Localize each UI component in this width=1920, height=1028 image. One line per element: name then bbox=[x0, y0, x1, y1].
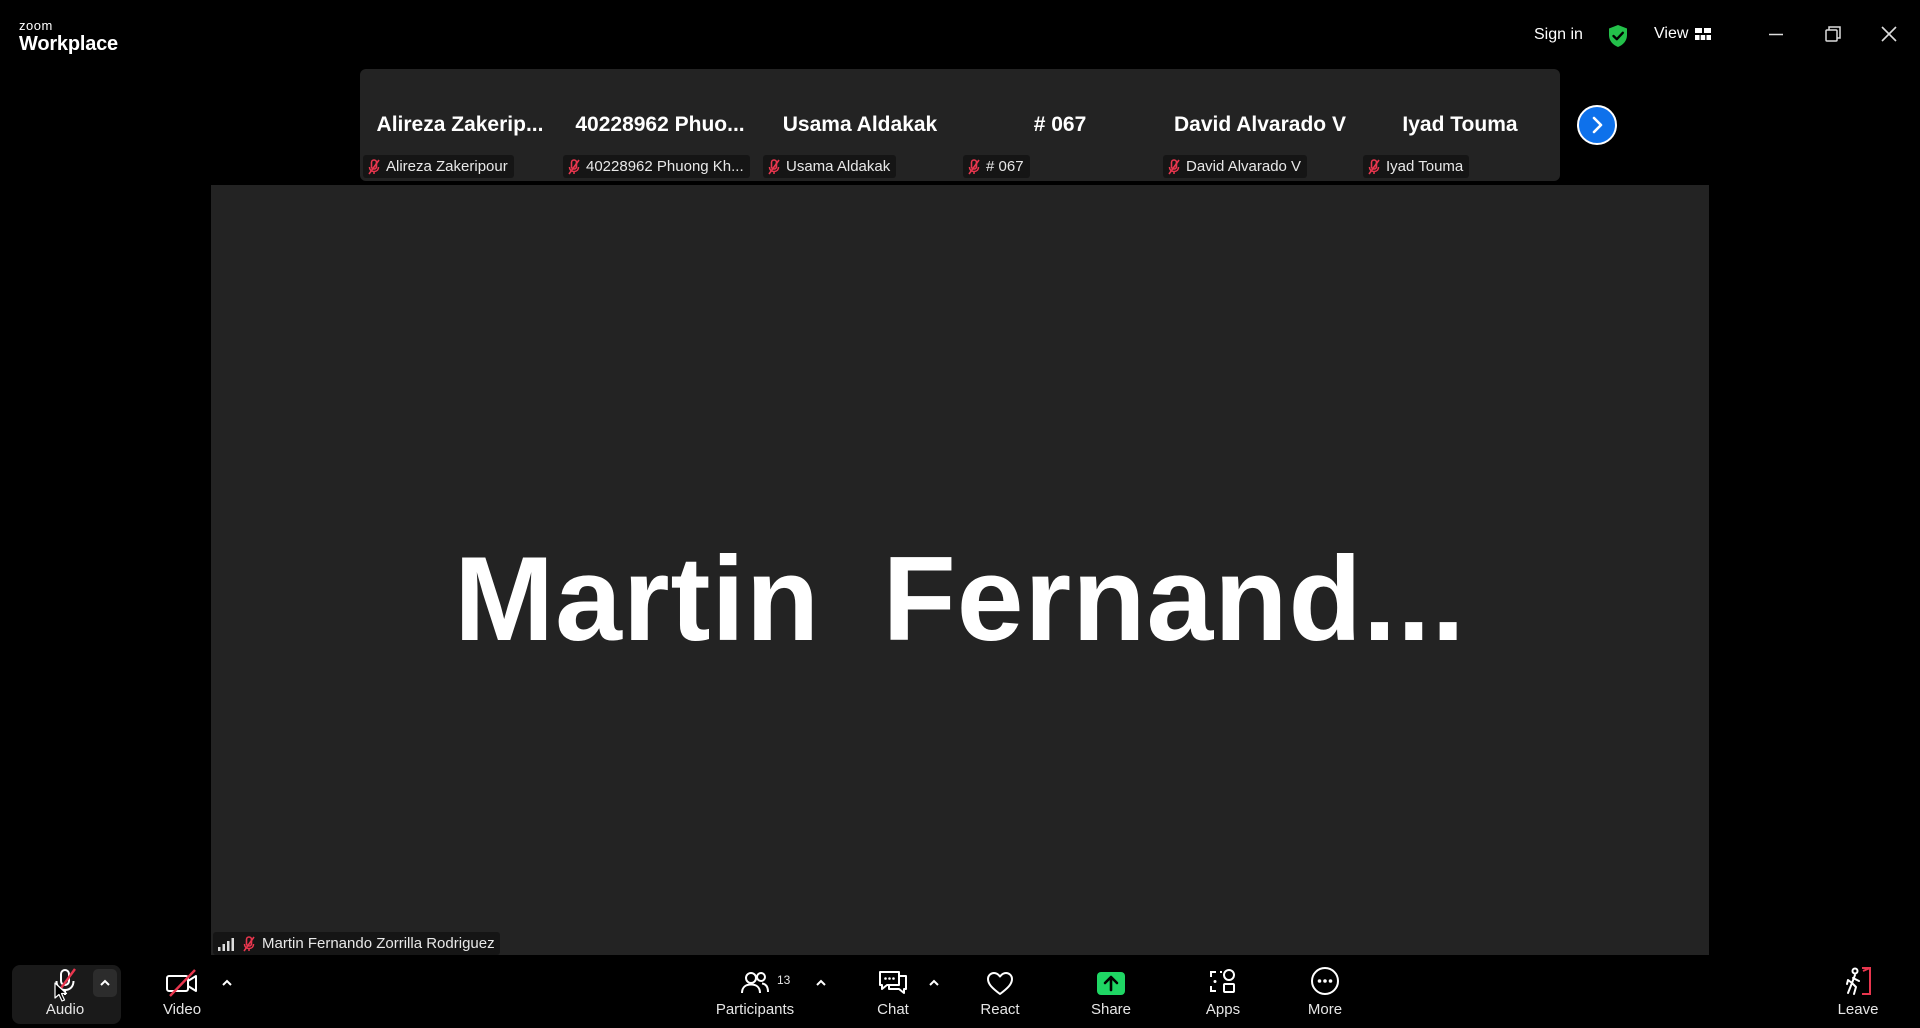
thumbnail-display-name: Alireza Zakerip... bbox=[376, 113, 544, 136]
leave-button[interactable]: Leave bbox=[1836, 955, 1880, 1028]
mic-muted-icon bbox=[1168, 158, 1180, 174]
mic-muted-icon bbox=[568, 158, 580, 174]
mic-muted-icon bbox=[768, 158, 780, 174]
video-options-button[interactable] bbox=[215, 969, 239, 997]
video-button[interactable]: Video bbox=[157, 955, 207, 1028]
participants-options-button[interactable] bbox=[809, 969, 833, 997]
more-icon bbox=[1311, 967, 1339, 995]
participant-thumbnail[interactable]: # 067 # 067 bbox=[960, 69, 1160, 181]
react-label: React bbox=[980, 1001, 1020, 1018]
restore-icon[interactable] bbox=[1821, 22, 1845, 46]
chevron-up-icon bbox=[816, 979, 826, 986]
chevron-up-icon bbox=[929, 979, 939, 986]
logo-zoom-text: zoom bbox=[19, 18, 53, 33]
next-page-button[interactable] bbox=[1577, 105, 1617, 145]
minimize-icon[interactable] bbox=[1764, 22, 1788, 46]
meeting-toolbar: Audio Video Participants 13 Chat React S… bbox=[0, 955, 1920, 1028]
zoom-workplace-logo: zoom Workplace bbox=[19, 19, 118, 54]
thumbnail-name-tag: 40228962 Phuong Kh... bbox=[563, 155, 750, 178]
share-label: Share bbox=[1090, 1001, 1132, 1018]
title-bar: zoom Workplace Sign in View bbox=[0, 0, 1920, 66]
more-button[interactable]: More bbox=[1303, 955, 1347, 1028]
thumbnail-tag-label: Alireza Zakeripour bbox=[386, 158, 508, 175]
participants-label: Participants bbox=[715, 1001, 795, 1018]
mic-muted-icon bbox=[968, 158, 980, 174]
mic-muted-icon bbox=[1368, 158, 1380, 174]
video-label: Video bbox=[162, 1001, 202, 1018]
react-button[interactable]: React bbox=[977, 955, 1023, 1028]
view-button[interactable]: View bbox=[1654, 25, 1712, 43]
thumbnail-display-name: 40228962 Phuo... bbox=[575, 113, 745, 136]
thumbnail-name-tag: Alireza Zakeripour bbox=[363, 155, 514, 178]
speaker-name-tag: Martin Fernando Zorrilla Rodriguez bbox=[213, 932, 500, 955]
chevron-up-icon bbox=[222, 979, 232, 986]
thumbnail-tag-label: Usama Aldakak bbox=[786, 158, 891, 175]
thumbnail-display-name: Usama Aldakak bbox=[782, 113, 938, 136]
participant-thumbnail-strip: Alireza Zakerip... Alireza Zakeripour 40… bbox=[360, 69, 1560, 181]
chat-button[interactable]: Chat bbox=[873, 955, 913, 1028]
thumbnail-tag-label: # 067 bbox=[986, 158, 1024, 175]
chevron-right-icon bbox=[1592, 116, 1603, 134]
thumbnail-name-tag: Usama Aldakak bbox=[763, 155, 897, 178]
chat-icon bbox=[879, 971, 907, 994]
thumbnail-name-tag: David Alvarado V bbox=[1163, 155, 1308, 178]
video-off-icon bbox=[166, 969, 197, 997]
close-icon[interactable] bbox=[1877, 22, 1901, 46]
participant-thumbnail[interactable]: Usama Aldakak Usama Aldakak bbox=[760, 69, 960, 181]
participant-thumbnail[interactable]: Alireza Zakerip... Alireza Zakeripour bbox=[360, 69, 560, 181]
thumbnail-name-tag: # 067 bbox=[963, 155, 1030, 178]
apps-icon bbox=[1210, 969, 1235, 993]
active-speaker-video[interactable]: Martin Fernand... Martin Fernando Zorril… bbox=[211, 185, 1709, 955]
shield-check-icon[interactable] bbox=[1607, 24, 1629, 48]
participant-count-badge: 13 bbox=[777, 973, 791, 987]
logo-workplace-text: Workplace bbox=[19, 33, 118, 55]
thumbnail-name-tag: Iyad Touma bbox=[1363, 155, 1470, 178]
participants-icon bbox=[741, 972, 769, 994]
mic-muted-icon bbox=[368, 158, 380, 174]
apps-button[interactable]: Apps bbox=[1201, 955, 1245, 1028]
thumbnail-display-name: David Alvarado V bbox=[1174, 113, 1346, 136]
audio-label: Audio bbox=[45, 1001, 85, 1018]
chat-options-button[interactable] bbox=[922, 969, 946, 997]
mouse-cursor-icon bbox=[54, 982, 68, 1002]
thumbnail-display-name: # 067 bbox=[1033, 113, 1087, 136]
signal-strength-icon bbox=[218, 937, 234, 951]
participants-button[interactable]: Participants bbox=[710, 955, 800, 1028]
share-screen-icon bbox=[1097, 972, 1125, 995]
thumbnail-tag-label: David Alvarado V bbox=[1186, 158, 1302, 175]
mic-muted-icon bbox=[243, 935, 255, 951]
view-label: View bbox=[1654, 25, 1689, 42]
thumbnail-display-name: Iyad Touma bbox=[1402, 113, 1518, 136]
apps-label: Apps bbox=[1205, 1001, 1241, 1018]
thumbnail-tag-label: 40228962 Phuong Kh... bbox=[586, 158, 744, 175]
grid-view-icon bbox=[1695, 28, 1712, 40]
participant-thumbnail[interactable]: David Alvarado V David Alvarado V bbox=[1160, 69, 1360, 181]
speaker-full-name: Martin Fernando Zorrilla Rodriguez bbox=[262, 935, 495, 952]
leave-meeting-icon bbox=[1846, 967, 1871, 995]
speaker-display-name: Martin Fernand... bbox=[454, 532, 1466, 666]
chat-label: Chat bbox=[877, 1001, 909, 1018]
participant-thumbnail[interactable]: Iyad Touma Iyad Touma bbox=[1360, 69, 1560, 181]
audio-options-button[interactable] bbox=[93, 969, 117, 997]
thumbnail-tag-label: Iyad Touma bbox=[1386, 158, 1464, 175]
sign-in-link[interactable]: Sign in bbox=[1534, 26, 1583, 44]
leave-label: Leave bbox=[1837, 1001, 1879, 1018]
more-label: More bbox=[1307, 1001, 1343, 1018]
share-button[interactable]: Share bbox=[1089, 955, 1133, 1028]
heart-icon bbox=[987, 972, 1013, 995]
chevron-up-icon bbox=[100, 979, 110, 986]
participant-thumbnail[interactable]: 40228962 Phuo... 40228962 Phuong Kh... bbox=[560, 69, 760, 181]
